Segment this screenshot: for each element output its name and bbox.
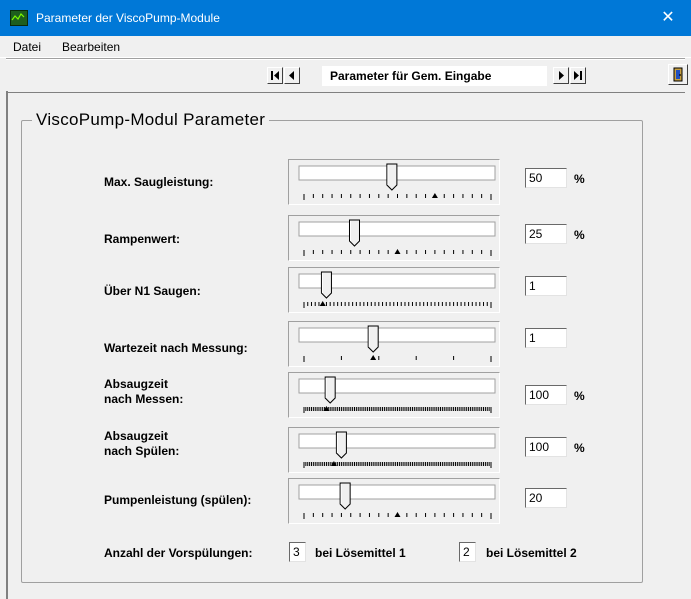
slider-marker (394, 512, 401, 517)
slider-thumb (339, 482, 351, 510)
unit-absaugzeit-messen: % (574, 389, 585, 403)
label-line: nach Spülen: (104, 444, 180, 458)
prev-record-icon (289, 71, 294, 80)
close-button[interactable]: ✕ (645, 0, 691, 36)
label-line: Absaugzeit (104, 377, 169, 391)
label-line: Absaugzeit (104, 429, 169, 443)
prev-record-button[interactable] (284, 67, 300, 84)
last-record-icon (574, 71, 582, 80)
value-loesemittel-2[interactable]: 2 (459, 542, 476, 562)
record-toolbar: Parameter für Gem. Eingabe (6, 58, 688, 93)
value-max-saugleistung[interactable]: 50 (525, 168, 567, 188)
next-record-button[interactable] (553, 67, 569, 84)
slider-marker (370, 355, 377, 360)
label-wartezeit: Wartezeit nach Messung: (104, 341, 248, 355)
menu-bar: Datei Bearbeiten (0, 36, 691, 58)
unit-absaugzeit-spuelen: % (574, 441, 585, 455)
slider-marker (319, 301, 326, 306)
slider-marker (394, 249, 401, 254)
client-border (6, 91, 8, 599)
value-rampenwert[interactable]: 25 (525, 224, 567, 244)
slider-rampenwert[interactable] (288, 215, 500, 261)
label-loesemittel-2: bei Lösemittel 2 (486, 546, 577, 560)
label-line: nach Messen: (104, 392, 184, 406)
label-max-saugleistung: Max. Saugleistung: (104, 175, 214, 189)
slider-pumpenleistung[interactable] (288, 478, 500, 524)
unit-max-saugleistung: % (574, 172, 585, 186)
label-absaugzeit-messen: Absaugzeit nach Messen: (104, 377, 183, 407)
slider-wartezeit[interactable] (288, 321, 500, 367)
last-record-button[interactable] (570, 67, 586, 84)
group-title: ViscoPump-Modul Parameter (32, 110, 270, 130)
slider-ueber-n1-saugen[interactable] (288, 267, 500, 313)
slider-absaugzeit-spuelen[interactable] (288, 427, 500, 473)
record-field: Parameter für Gem. Eingabe (322, 66, 547, 86)
exit-button[interactable] (668, 64, 688, 85)
label-vorspuelungen: Anzahl der Vorspülungen: (104, 546, 253, 560)
slider-thumb (320, 271, 332, 299)
slider-thumb (386, 163, 398, 191)
slider-track (298, 433, 496, 449)
window-title: Parameter der ViscoPump-Module (36, 11, 220, 25)
value-loesemittel-1[interactable]: 3 (289, 542, 306, 562)
slider-absaugzeit-messen[interactable] (288, 372, 500, 418)
label-loesemittel-1: bei Lösemittel 1 (315, 546, 406, 560)
value-pumpenleistung[interactable]: 20 (525, 488, 567, 508)
label-ueber-n1-saugen: Über N1 Saugen: (104, 284, 201, 298)
slider-marker (431, 193, 438, 198)
value-wartezeit[interactable]: 1 (525, 328, 567, 348)
slider-track (298, 484, 496, 500)
slider-track (298, 327, 496, 343)
title-bar: Parameter der ViscoPump-Module ✕ (0, 0, 691, 36)
exit-door-icon (673, 67, 683, 82)
value-absaugzeit-messen[interactable]: 100 (525, 385, 567, 405)
first-record-icon (271, 71, 279, 80)
app-icon (10, 10, 28, 26)
label-absaugzeit-spuelen: Absaugzeit nach Spülen: (104, 429, 179, 459)
next-record-icon (559, 71, 564, 80)
menu-datei[interactable]: Datei (13, 40, 41, 54)
first-record-button[interactable] (267, 67, 283, 84)
slider-max-saugleistung[interactable] (288, 159, 500, 205)
label-pumpenleistung: Pumpenleistung (spülen): (104, 493, 252, 507)
close-icon: ✕ (661, 9, 675, 26)
slider-track (298, 221, 496, 237)
label-rampenwert: Rampenwert: (104, 232, 181, 246)
value-ueber-n1-saugen[interactable]: 1 (525, 276, 567, 296)
value-absaugzeit-spuelen[interactable]: 100 (525, 437, 567, 457)
menu-bearbeiten[interactable]: Bearbeiten (62, 40, 120, 54)
unit-rampenwert: % (574, 228, 585, 242)
